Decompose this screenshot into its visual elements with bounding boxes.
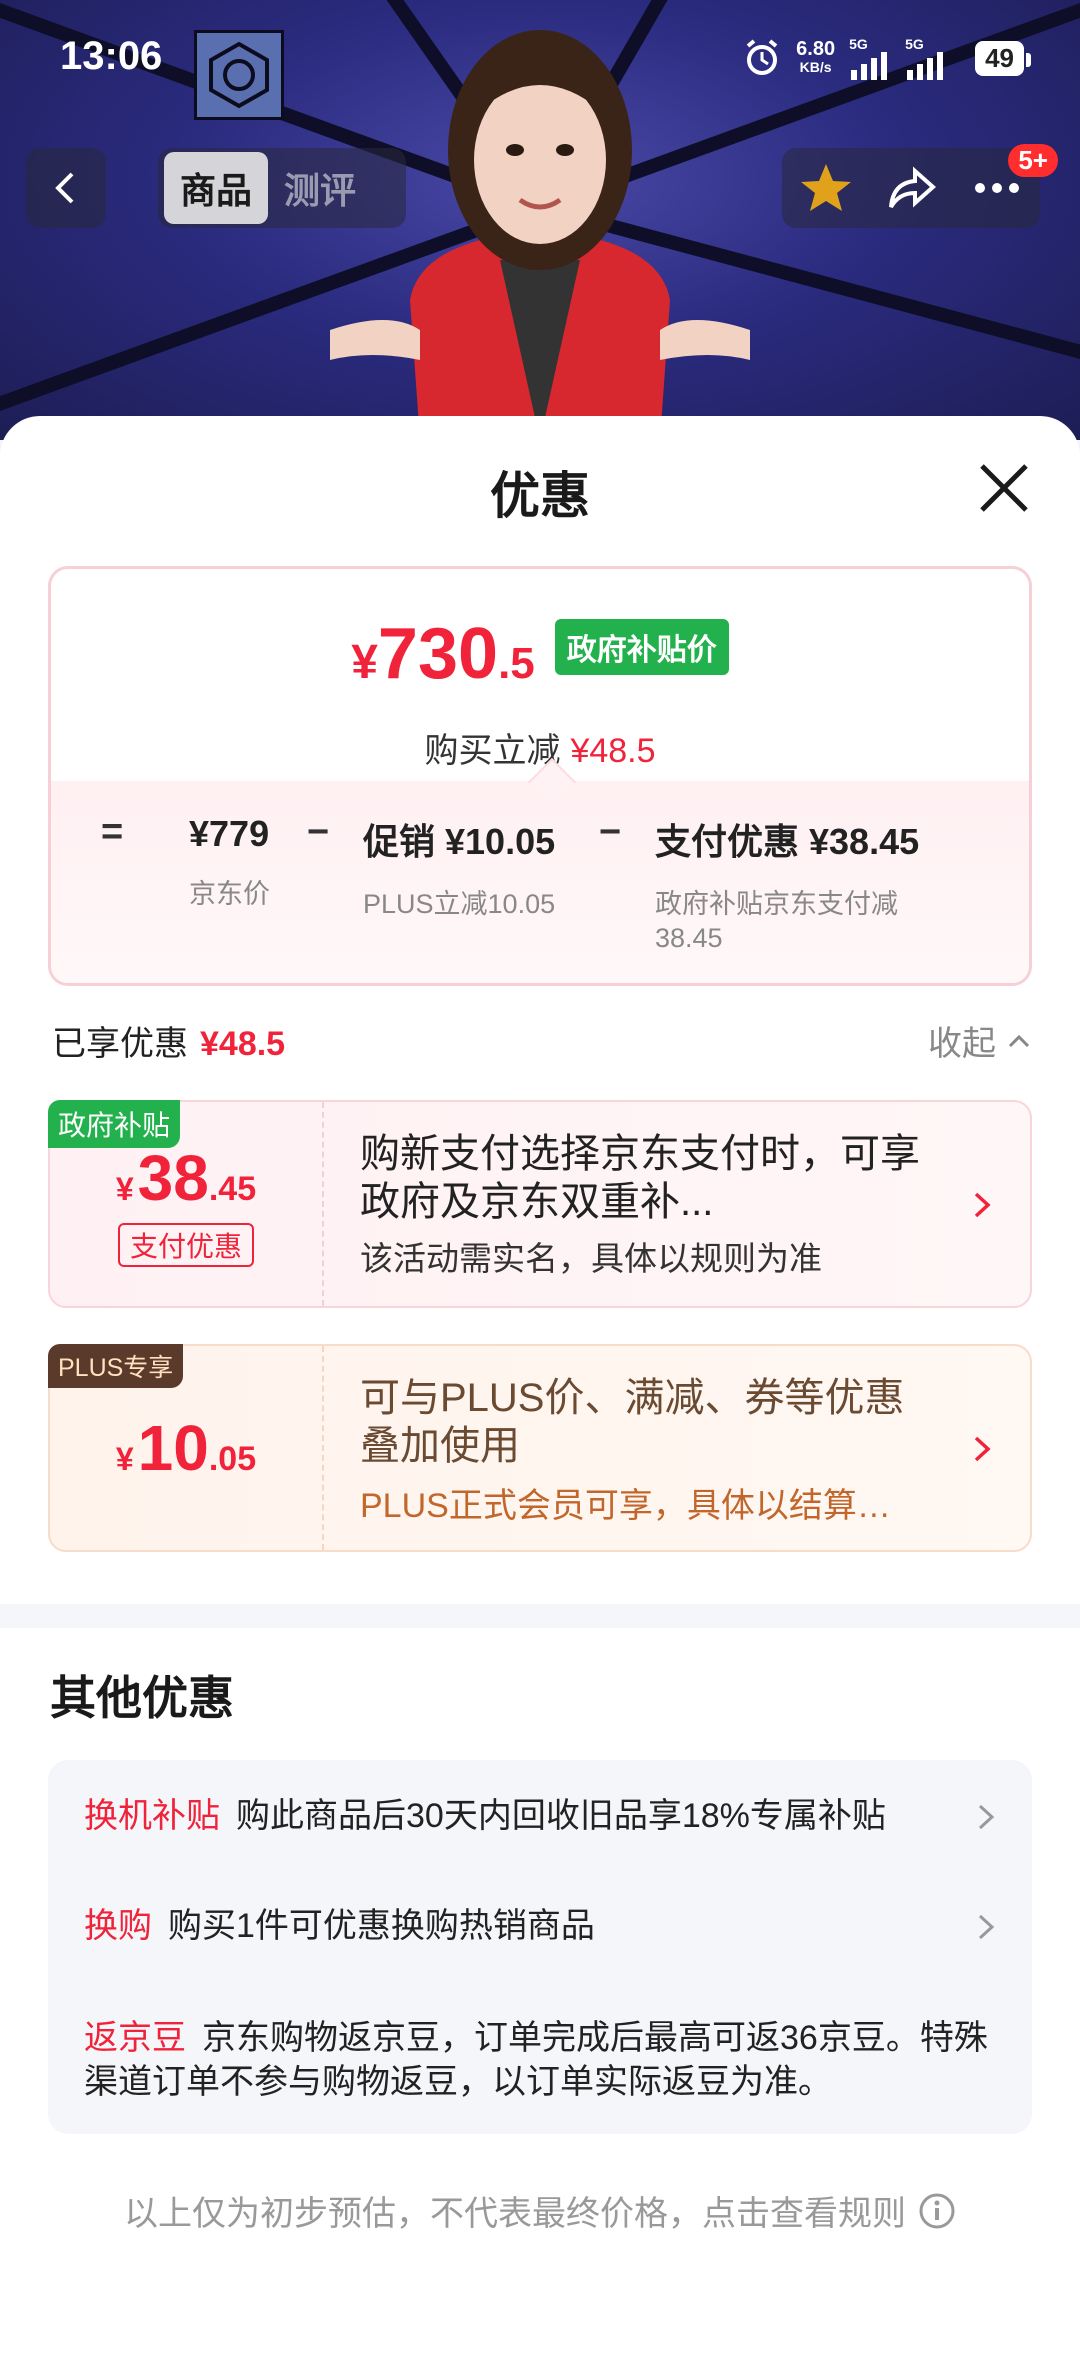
chevron-right-icon — [974, 1192, 991, 1218]
other-discounts-list: 换机补贴 购此商品后30天内回收旧品享18%专属补贴 换购 购买1件可优惠换购热销商… — [48, 1760, 1032, 2134]
list-item-jd-beans[interactable]: 返京豆 京东购物返京豆，订单完成后最高可返36京豆。特殊渠道订单不参与购物返豆，以… — [84, 2016, 994, 2104]
disclaimer-footer[interactable]: 以上仅为初步预估，不代表最终价格，点击查看规则 — [0, 2186, 1080, 2235]
enjoyed-discount: 已享优惠 ¥48.5 — [52, 1025, 286, 1063]
battery-indicator: 49 — [975, 40, 1031, 76]
net-speed: 6.80 — [796, 38, 836, 60]
share-icon[interactable] — [885, 161, 939, 215]
final-price: ¥730.5 — [351, 614, 535, 694]
nut-icon — [194, 30, 284, 120]
net-unit: KB/s — [799, 59, 832, 75]
plus-promo-title: 可与PLUS价、满减、券等优惠叠加使用 — [360, 1376, 905, 1468]
payment-discount-label: 政府补贴京东支付减38.45 — [655, 889, 898, 953]
status-time: 13:06 — [60, 34, 163, 78]
chevron-right-icon — [978, 1804, 995, 1830]
alarm-icon — [746, 39, 778, 75]
tab-product[interactable]: 商品 — [164, 152, 269, 224]
info-icon — [919, 2193, 955, 2228]
minus-sign-2: − — [599, 811, 622, 853]
signal-icon-2 — [907, 52, 944, 80]
plus-exclusive-promo[interactable]: PLUS专享 ¥10.05 可与PLUS价、满减、券等优惠叠加使用 PLUS正式… — [48, 1344, 1032, 1552]
list-item-exchange[interactable]: 换购 购买1件可优惠换购热销商品 — [84, 1904, 964, 1948]
instant-discount: 购买立减 ¥48.5 — [424, 732, 656, 770]
equals-sign: = — [101, 811, 124, 853]
status-bar: 13:06 6.80 KB/s 5G 5G 49 — [0, 0, 1080, 120]
close-icon[interactable] — [976, 460, 1032, 516]
gov-subsidy-desc: 该活动需实名，具体以规则为准 — [360, 1240, 822, 1277]
discount-sheet: 优惠 ¥730.5 政府补贴价 购买立减 ¥48.5 = ¥779 京东价 − 促… — [0, 416, 1080, 2376]
payment-discount-tag: 支付优惠 — [117, 1223, 254, 1267]
sheet-title: 优惠 — [490, 468, 590, 524]
gov-subsidy-amount: ¥38.45 — [115, 1142, 257, 1214]
back-button[interactable] — [26, 148, 106, 228]
top-actions — [782, 148, 1040, 228]
chevron-right-icon — [978, 1914, 995, 1940]
price-card: ¥730.5 政府补贴价 购买立减 ¥48.5 = ¥779 京东价 − 促销 ¥… — [48, 566, 1032, 986]
plus-discount-amount: ¥10.05 — [115, 1412, 257, 1484]
section-divider — [0, 1604, 1080, 1628]
signal-label-1: 5G — [849, 36, 868, 52]
signal-label-2: 5G — [905, 36, 924, 52]
collapse-button[interactable]: 收起 — [928, 1016, 1032, 1065]
other-discounts-title: 其他优惠 — [50, 1672, 234, 1724]
promo-discount-label: PLUS立减10.05 — [363, 889, 556, 919]
message-badge: 5+ — [1008, 144, 1058, 177]
promo-discount: 促销 ¥10.05 — [363, 821, 556, 862]
payment-discount: 支付优惠 ¥38.45 — [655, 821, 920, 862]
tab-review[interactable]: 测评 — [268, 152, 372, 224]
gov-subsidy-title: 购新支付选择京东支付时，可享政府及京东双重补... — [360, 1132, 920, 1224]
product-tabs: 商品 测评 — [158, 148, 406, 228]
minus-sign-1: − — [307, 811, 330, 853]
chevron-right-icon — [974, 1436, 991, 1462]
signal-icon — [851, 52, 888, 80]
jd-price: ¥779 — [189, 813, 270, 854]
jd-price-label: 京东价 — [189, 879, 270, 909]
gov-subsidy-promo[interactable]: 政府补贴 ¥38.45 支付优惠 购新支付选择京东支付时，可享政府及京东双重补.… — [48, 1100, 1032, 1308]
chevron-up-icon — [1008, 1034, 1030, 1047]
star-icon[interactable] — [798, 160, 854, 216]
plus-promo-desc: PLUS正式会员可享，具体以结算… — [360, 1487, 891, 1525]
chevron-left-icon — [55, 172, 74, 204]
subsidy-price-tag: 政府补贴价 — [554, 619, 729, 675]
price-breakdown: = ¥779 京东价 − 促销 ¥10.05 PLUS立减10.05 − 支付优… — [51, 781, 1029, 983]
list-item-trade-in[interactable]: 换机补贴 购此商品后30天内回收旧品享18%专属补贴 — [84, 1794, 964, 1838]
